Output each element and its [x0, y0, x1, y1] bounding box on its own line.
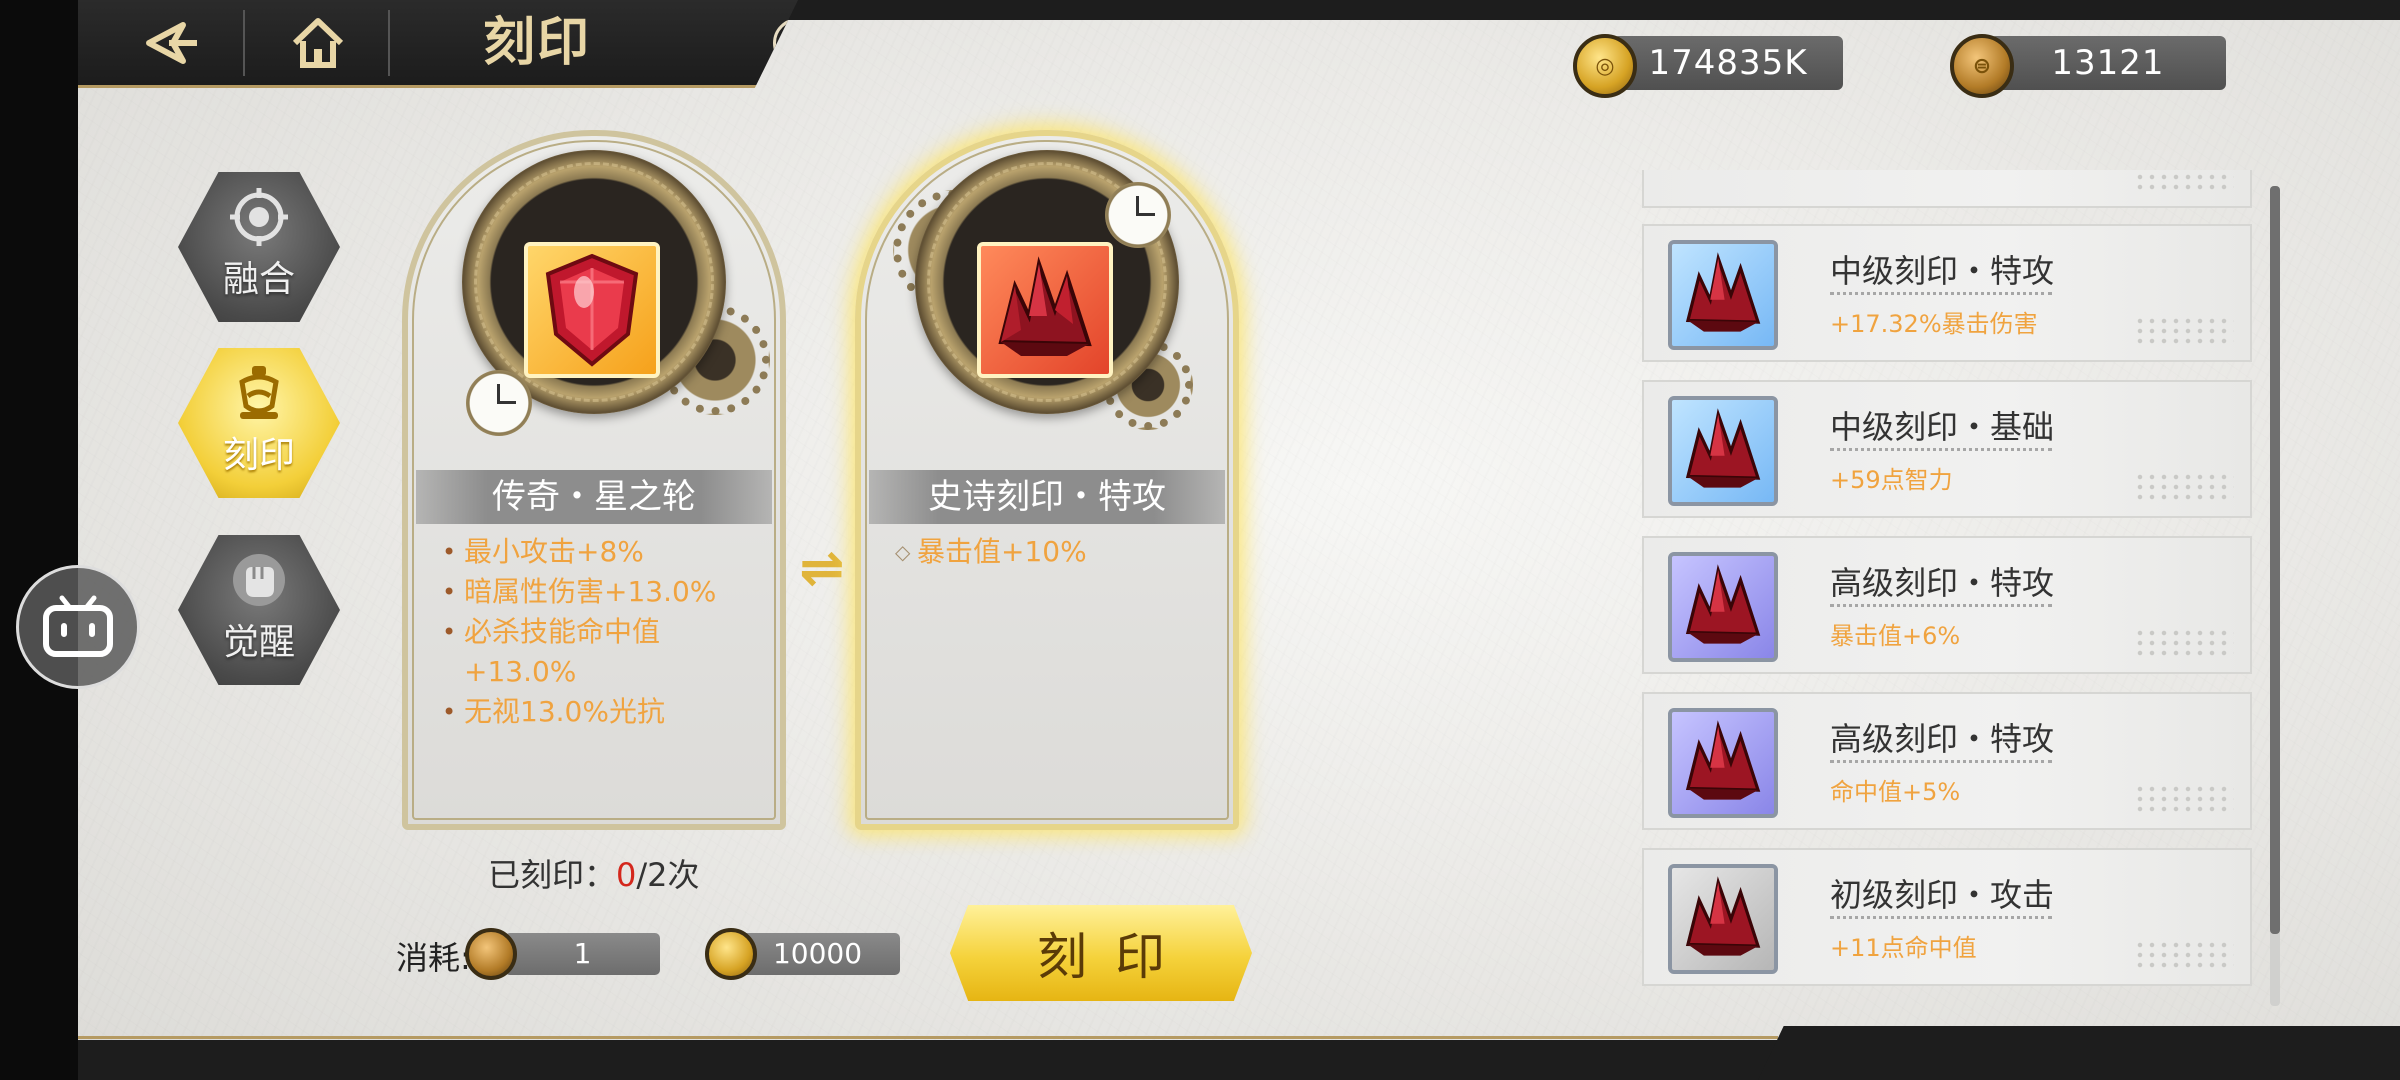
crystal-icon — [1668, 708, 1778, 818]
stat-line: 无视13.0%光抗 — [440, 692, 756, 732]
legend-gem-icon — [524, 242, 660, 378]
tab-fusion-bg: 融合 — [178, 172, 340, 322]
fist-icon — [233, 554, 285, 606]
count-total: /2次 — [636, 856, 700, 894]
count-used: 0 — [616, 856, 637, 894]
item-stat: +11点命中值 — [1830, 934, 1977, 962]
crystal-icon — [1668, 396, 1778, 506]
gold-cost-icon — [705, 928, 757, 980]
dotted-divider — [1830, 448, 2052, 451]
tab-fusion-label: 融合 — [222, 259, 295, 300]
top-bar: 刻印 ! 174835K ◎ 13121 ⊜ — [78, 0, 2400, 98]
engrave-list[interactable]: 中级刻印・特攻 +17.32%暴击伤害 中级刻印・基础 +59点智力 高级刻印・… — [1640, 170, 2260, 1005]
page-title: 刻印 — [483, 12, 592, 73]
target-stat-list: 暴击值+10% — [893, 532, 1209, 572]
floating-tv-button[interactable] — [16, 565, 140, 689]
crystal-icon — [1668, 240, 1778, 350]
current-stat-list: 最小攻击+8% 暗属性伤害+13.0% 必杀技能命中值+13.0% 无视13.0… — [440, 532, 756, 732]
engrave-button[interactable]: 刻印 — [950, 905, 1252, 1001]
home-button[interactable] — [263, 8, 373, 78]
count-prefix: 已刻印： — [488, 856, 617, 894]
left-black-bar — [0, 0, 78, 1080]
list-item[interactable]: 高级刻印・特攻 命中值+5% — [1642, 692, 2252, 830]
clock-ornament — [1105, 182, 1171, 248]
item-name: 中级刻印・基础 — [1830, 408, 2055, 446]
tab-awaken[interactable]: 觉醒 — [178, 535, 340, 685]
dotted-divider — [1830, 292, 2052, 295]
item-name: 高级刻印・特攻 — [1830, 720, 2055, 758]
item-name: 初级刻印・攻击 — [1830, 876, 2055, 914]
target-engrave-card[interactable]: 史诗刻印・特攻 暴击值+10% — [855, 130, 1239, 830]
tv-icon — [43, 595, 113, 657]
crystal-icon — [1668, 552, 1778, 662]
stat-line: 暴击值+10% — [893, 532, 1209, 572]
stat-line: 必杀技能命中值+13.0% — [440, 612, 756, 692]
list-scrollbar[interactable] — [2270, 186, 2280, 1006]
list-item[interactable]: 高级刻印・特攻 暴击值+6% — [1642, 536, 2252, 674]
item-name: 中级刻印・特攻 — [1830, 252, 2055, 290]
tab-awaken-bg: 觉醒 — [178, 535, 340, 685]
crystal-icon — [1668, 864, 1778, 974]
dotted-divider — [1830, 760, 2052, 763]
tab-fusion[interactable]: 融合 — [178, 172, 340, 322]
epic-gem-icon — [977, 242, 1113, 378]
list-item[interactable]: 中级刻印・特攻 +17.32%暴击伤害 — [1642, 224, 2252, 362]
target-card-name: 史诗刻印・特攻 — [869, 470, 1225, 524]
red-crystal-icon — [998, 256, 1092, 356]
tab-engrave-bg: 刻印 — [178, 348, 340, 498]
gold-cost: 10000 — [735, 933, 900, 975]
bottom-bar — [78, 1040, 2400, 1080]
scrollbar-thumb[interactable] — [2270, 186, 2280, 934]
token-cost-icon — [465, 928, 517, 980]
back-arrow-icon — [146, 22, 197, 64]
dotted-divider — [1830, 604, 2052, 607]
list-item[interactable]: 初级刻印・攻击 +11点命中值 — [1642, 848, 2252, 986]
gold-amount: 174835K — [1613, 36, 1843, 90]
tab-engrave-label: 刻印 — [222, 435, 295, 476]
stat-line: 暗属性伤害+13.0% — [440, 572, 756, 612]
swap-arrows-icon: ⇌ — [799, 535, 845, 599]
current-engrave-card: 传奇・星之轮 最小攻击+8% 暗属性伤害+13.0% 必杀技能命中值+13.0%… — [402, 130, 786, 830]
clock-ornament — [466, 370, 532, 436]
fusion-icon — [230, 188, 288, 246]
current-card-name: 传奇・星之轮 — [416, 470, 772, 524]
stat-line: 最小攻击+8% — [440, 532, 756, 572]
token-cost: 1 — [505, 933, 660, 975]
engrave-icon — [239, 366, 279, 419]
nav-separator — [388, 10, 390, 76]
engrave-count: 已刻印：0/2次 — [488, 850, 700, 896]
list-item[interactable]: 中级刻印・基础 +59点智力 — [1642, 380, 2252, 518]
cost-label: 消耗: — [396, 939, 471, 977]
nav-plate: 刻印 ! — [78, 0, 798, 88]
item-stat: +59点智力 — [1830, 466, 1953, 494]
dotted-divider — [1830, 916, 2052, 919]
item-name: 高级刻印・特攻 — [1830, 564, 2055, 602]
nav-separator — [243, 10, 245, 76]
gold-coin-icon: ◎ — [1573, 34, 1637, 98]
back-button[interactable] — [118, 8, 228, 78]
item-stat: 暴击值+6% — [1830, 622, 1961, 650]
home-icon — [292, 18, 344, 68]
item-stat: 命中值+5% — [1830, 778, 1961, 806]
list-item-partial[interactable] — [1642, 170, 2252, 208]
red-shield-gem-icon — [545, 253, 639, 367]
tab-engrave[interactable]: 刻印 — [178, 348, 340, 498]
token-amount: 13121 — [1990, 36, 2226, 90]
info-button[interactable]: ! — [773, 18, 798, 68]
token-coin-icon: ⊜ — [1950, 34, 2014, 98]
bottom-gold-line — [78, 1036, 1778, 1039]
item-stat: +17.32%暴击伤害 — [1830, 310, 2038, 338]
tab-awaken-label: 觉醒 — [222, 622, 295, 663]
